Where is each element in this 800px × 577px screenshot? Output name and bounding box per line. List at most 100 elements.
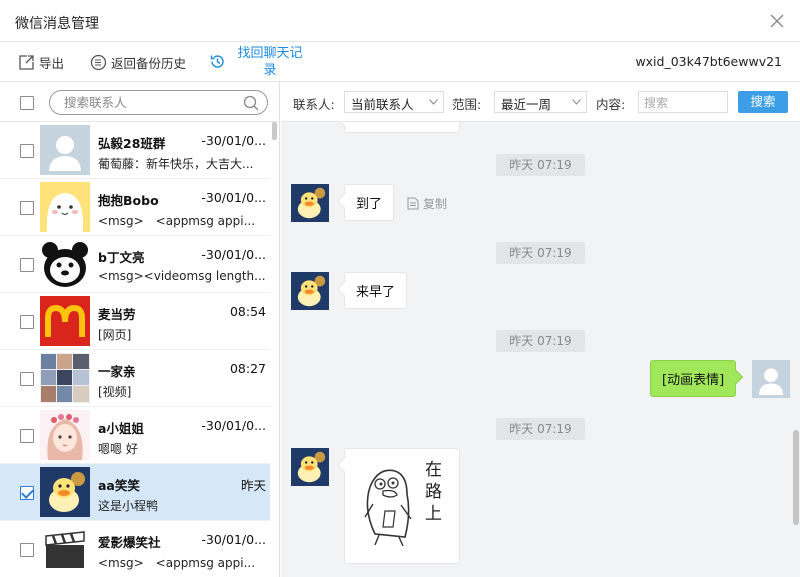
own-message-bubble[interactable]: [动画表情] — [650, 360, 737, 397]
contact-checkbox[interactable] — [20, 201, 34, 215]
chat-scrollbar[interactable] — [793, 430, 799, 525]
chevron-down-icon — [429, 99, 438, 105]
close-icon[interactable] — [768, 12, 786, 30]
message-timestamp: 昨天 07:19 — [496, 242, 585, 264]
contact-checkbox[interactable] — [20, 144, 34, 158]
contact-filter-value: 当前联系人 — [351, 97, 414, 112]
contact-time: 08:54 — [229, 304, 266, 319]
contact-checkbox[interactable] — [20, 543, 34, 557]
contact-checkbox[interactable] — [20, 258, 34, 272]
sticker-caption: 在路上 — [425, 460, 442, 524]
contact-item[interactable]: 弘毅28班群 -30/01/0... 葡萄藤：新年快乐，大吉大... — [0, 122, 270, 179]
contact-search-input[interactable] — [64, 94, 234, 111]
default-avatar — [40, 125, 90, 175]
contact-name: 抱抱Bobo — [98, 193, 159, 208]
contact-checkbox[interactable] — [20, 315, 34, 329]
message-bubble[interactable]: 来早了 — [344, 272, 408, 309]
contact-time: -30/01/0... — [201, 247, 266, 262]
contact-checkbox[interactable] — [20, 429, 34, 443]
window-title: 微信消息管理 — [15, 16, 99, 32]
contact-name: 爱影爆笑社 — [98, 535, 161, 550]
copy-label: 复制 — [423, 197, 448, 211]
girl-avatar — [40, 410, 90, 460]
contacts-scrollbar[interactable] — [272, 122, 277, 140]
duck-avatar — [291, 448, 329, 486]
export-label: 导出 — [39, 56, 65, 71]
contact-item[interactable]: 抱抱Bobo -30/01/0... <msg> <appmsg appi... — [0, 179, 270, 236]
contact-last-message: [网页] — [98, 328, 132, 342]
contact-time: 昨天 — [240, 478, 266, 493]
bear-avatar — [40, 239, 90, 289]
message-timestamp: 昨天 07:19 — [496, 330, 585, 352]
export-button[interactable]: 导出 — [18, 53, 64, 72]
content-search-input[interactable]: 搜索 — [638, 91, 728, 113]
contact-item[interactable]: b丁文亮 -30/01/0... <msg><videomsg length..… — [0, 236, 270, 293]
contact-list: 弘毅28班群 -30/01/0... 葡萄藤：新年快乐，大吉大... 抱抱Bob… — [0, 122, 270, 577]
sticker-message-bubble[interactable]: 在路上 — [344, 448, 460, 564]
contact-name: b丁文亮 — [98, 250, 145, 265]
filter-bar: 联系人: 当前联系人 范围: 最近一周 内容: 搜索 搜索 — [281, 82, 800, 122]
contact-filter-select[interactable]: 当前联系人 — [344, 91, 444, 113]
recover-chat-label-line2: 录 — [263, 63, 277, 78]
wxid-label: wxid_03k47bt6ewwv21 — [635, 54, 782, 69]
contact-last-message: [视频] — [98, 385, 132, 399]
contact-name: 弘毅28班群 — [98, 136, 166, 151]
recover-chat-button[interactable] — [209, 53, 226, 70]
range-filter-label: 范围: — [452, 97, 482, 112]
contact-item[interactable]: 麦当劳 08:54 [网页] — [0, 293, 270, 350]
contact-time: -30/01/0... — [201, 532, 266, 547]
default-avatar — [752, 360, 790, 398]
message-bubble[interactable]: 到了 — [344, 184, 395, 221]
contact-time: 08:27 — [229, 361, 266, 376]
contact-name: 一家亲 — [98, 364, 136, 379]
backup-history-icon — [90, 54, 107, 71]
contact-last-message: <msg><videomsg length... — [98, 269, 266, 283]
bobo-avatar — [40, 182, 90, 232]
backup-history-label: 返回备份历史 — [111, 56, 187, 71]
copy-icon — [407, 197, 419, 210]
message-timestamp: 昨天 07:19 — [496, 154, 585, 176]
contact-name: a小姐姐 — [98, 421, 144, 436]
recover-chat-label[interactable]: 找回聊天记 录 — [232, 45, 308, 79]
contact-item-selected[interactable]: aa笑笑 昨天 这是小程鸭 — [0, 464, 270, 521]
contact-checkbox[interactable] — [20, 372, 34, 386]
message-timestamp: 昨天 07:19 — [496, 418, 585, 440]
recover-chat-label-line1: 找回聊天记 — [237, 46, 303, 61]
contact-time: -30/01/0... — [201, 418, 266, 433]
copy-button[interactable]: 复制 — [407, 195, 447, 212]
contact-last-message: 嗯嗯 好 — [98, 442, 138, 456]
history-clock-icon — [210, 55, 224, 68]
export-icon — [19, 55, 34, 70]
range-filter-select[interactable]: 最近一周 — [494, 91, 587, 113]
duck-avatar — [291, 184, 329, 222]
contact-checkbox[interactable] — [20, 486, 34, 500]
backup-history-button[interactable]: 返回备份历史 — [90, 53, 186, 72]
contact-time: -30/01/0... — [201, 133, 266, 148]
contact-last-message: 这是小程鸭 — [98, 499, 159, 513]
contact-last-message: 葡萄藤：新年快乐，大吉大... — [98, 157, 254, 171]
title-bar: 微信消息管理 — [0, 0, 800, 42]
contact-item[interactable]: 爱影爆笑社 -30/01/0... <msg> <appmsg appi... — [0, 521, 270, 577]
contact-last-message: <msg> <appmsg appi... — [98, 214, 256, 228]
toolbar: 导出 返回备份历史 找回聊天记 录 wxid_03k47bt6ewwv21 — [0, 42, 800, 82]
content-search-placeholder: 搜索 — [644, 96, 669, 110]
contact-search[interactable] — [49, 90, 268, 115]
contact-name: aa笑笑 — [98, 478, 140, 493]
duck-avatar — [291, 272, 329, 310]
mcdonalds-avatar — [40, 296, 90, 346]
contact-last-message: <msg> <appmsg appi... — [98, 556, 256, 570]
contact-name: 麦当劳 — [98, 307, 136, 322]
duck-avatar — [40, 467, 90, 517]
content-filter-label: 内容: — [596, 97, 626, 112]
search-button[interactable]: 搜索 — [738, 91, 788, 113]
contact-item[interactable]: a小姐姐 -30/01/0... 嗯嗯 好 — [0, 407, 270, 464]
select-all-checkbox[interactable] — [20, 96, 34, 110]
contact-item[interactable]: 一家亲 08:27 [视频] — [0, 350, 270, 407]
search-icon[interactable] — [243, 95, 259, 111]
partial-message-bubble — [344, 122, 460, 133]
contact-time: -30/01/0... — [201, 190, 266, 205]
range-filter-value: 最近一周 — [501, 97, 552, 112]
contacts-panel: 弘毅28班群 -30/01/0... 葡萄藤：新年快乐，大吉大... 抱抱Bob… — [0, 82, 280, 577]
clapper-avatar — [40, 524, 90, 574]
contacts-header — [0, 82, 280, 122]
